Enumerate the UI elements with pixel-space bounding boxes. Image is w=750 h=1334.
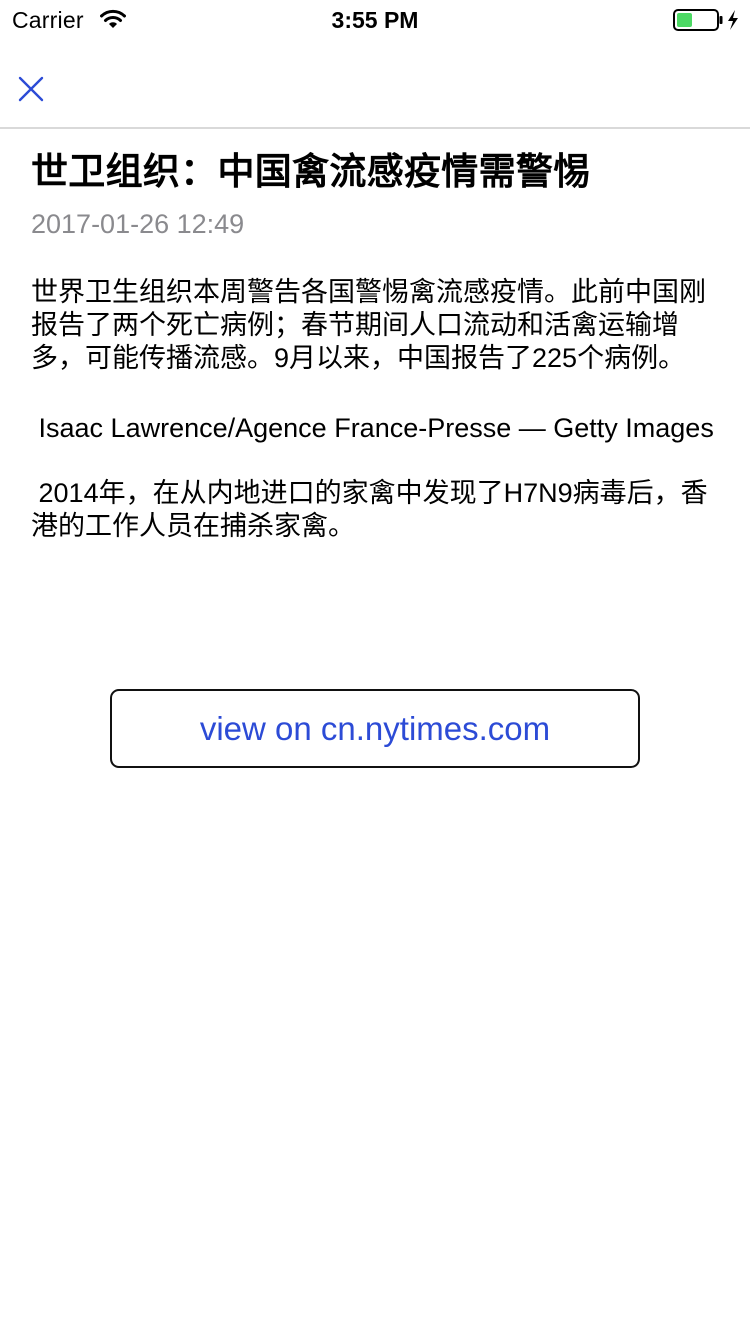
article-content: 世卫组织：中国禽流感疫情需警惕 2017-01-26 12:49 世界卫生组织本… <box>31 128 721 543</box>
status-bar: Carrier 3:55 PM <box>0 0 750 40</box>
status-time: 3:55 PM <box>331 7 419 33</box>
close-icon <box>18 76 44 107</box>
article-paragraph: 世界卫生组织本周警告各国警惕禽流感疫情。此前中国刚报告了两个死亡病例；春节期间人… <box>31 277 706 373</box>
close-button[interactable] <box>10 70 52 112</box>
photo-credit: Isaac Lawrence/Agence France-Presse — Ge… <box>31 413 714 443</box>
article-title: 世卫组织：中国禽流感疫情需警惕 <box>31 151 591 192</box>
photo-caption: 2014年，在从内地进口的家禽中发现了H7N9病毒后，香港的工作人员在捕杀家禽。 <box>31 478 708 541</box>
article-date: 2017-01-26 12:49 <box>31 209 245 239</box>
view-on-website-button[interactable]: view on cn.nytimes.com <box>110 689 640 768</box>
navigation-bar <box>0 40 750 129</box>
battery-icon <box>673 9 743 31</box>
